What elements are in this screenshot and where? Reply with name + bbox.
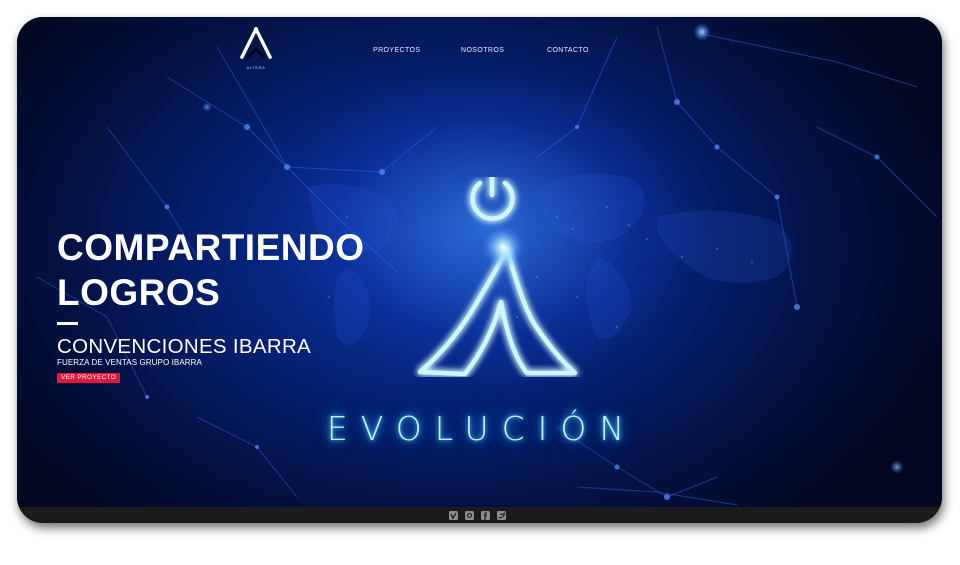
nav-link-contacto[interactable]: CONTACTO xyxy=(547,47,589,54)
nav-link-nosotros[interactable]: NOSOTROS xyxy=(461,47,504,54)
evolucion-slogan: EVOLUCIÓN xyxy=(326,409,638,448)
facebook-icon[interactable] xyxy=(481,511,490,520)
logo-text: ALTERA xyxy=(246,65,266,70)
project-subtitle: FUERZA DE VENTAS GRUPO IBARRA xyxy=(57,358,202,367)
hero-section: ALTERA PROYECTOS NOSOTROS CONTACTO COMPA… xyxy=(17,17,942,507)
browser-frame: ALTERA PROYECTOS NOSOTROS CONTACTO COMPA… xyxy=(17,17,942,523)
vimeo-icon[interactable] xyxy=(449,511,458,520)
twitter-icon[interactable] xyxy=(497,511,506,520)
nav-link-proyectos[interactable]: PROYECTOS xyxy=(373,47,420,54)
footer-bar xyxy=(17,507,942,523)
evolucion-emblem-icon xyxy=(417,177,578,377)
logo-mark-icon xyxy=(239,26,273,60)
project-title: CONVENCIONES IBARRA xyxy=(57,335,312,358)
headline-divider xyxy=(57,322,78,325)
hero-headline: COMPARTIENDO LOGROS xyxy=(57,225,397,315)
instagram-icon[interactable] xyxy=(465,511,474,520)
headline-line-2: LOGROS xyxy=(57,272,221,313)
view-project-button[interactable]: VER PROYECTO xyxy=(57,373,121,383)
headline-line-1: COMPARTIENDO xyxy=(57,227,365,268)
brand-logo[interactable]: ALTERA xyxy=(239,26,273,73)
